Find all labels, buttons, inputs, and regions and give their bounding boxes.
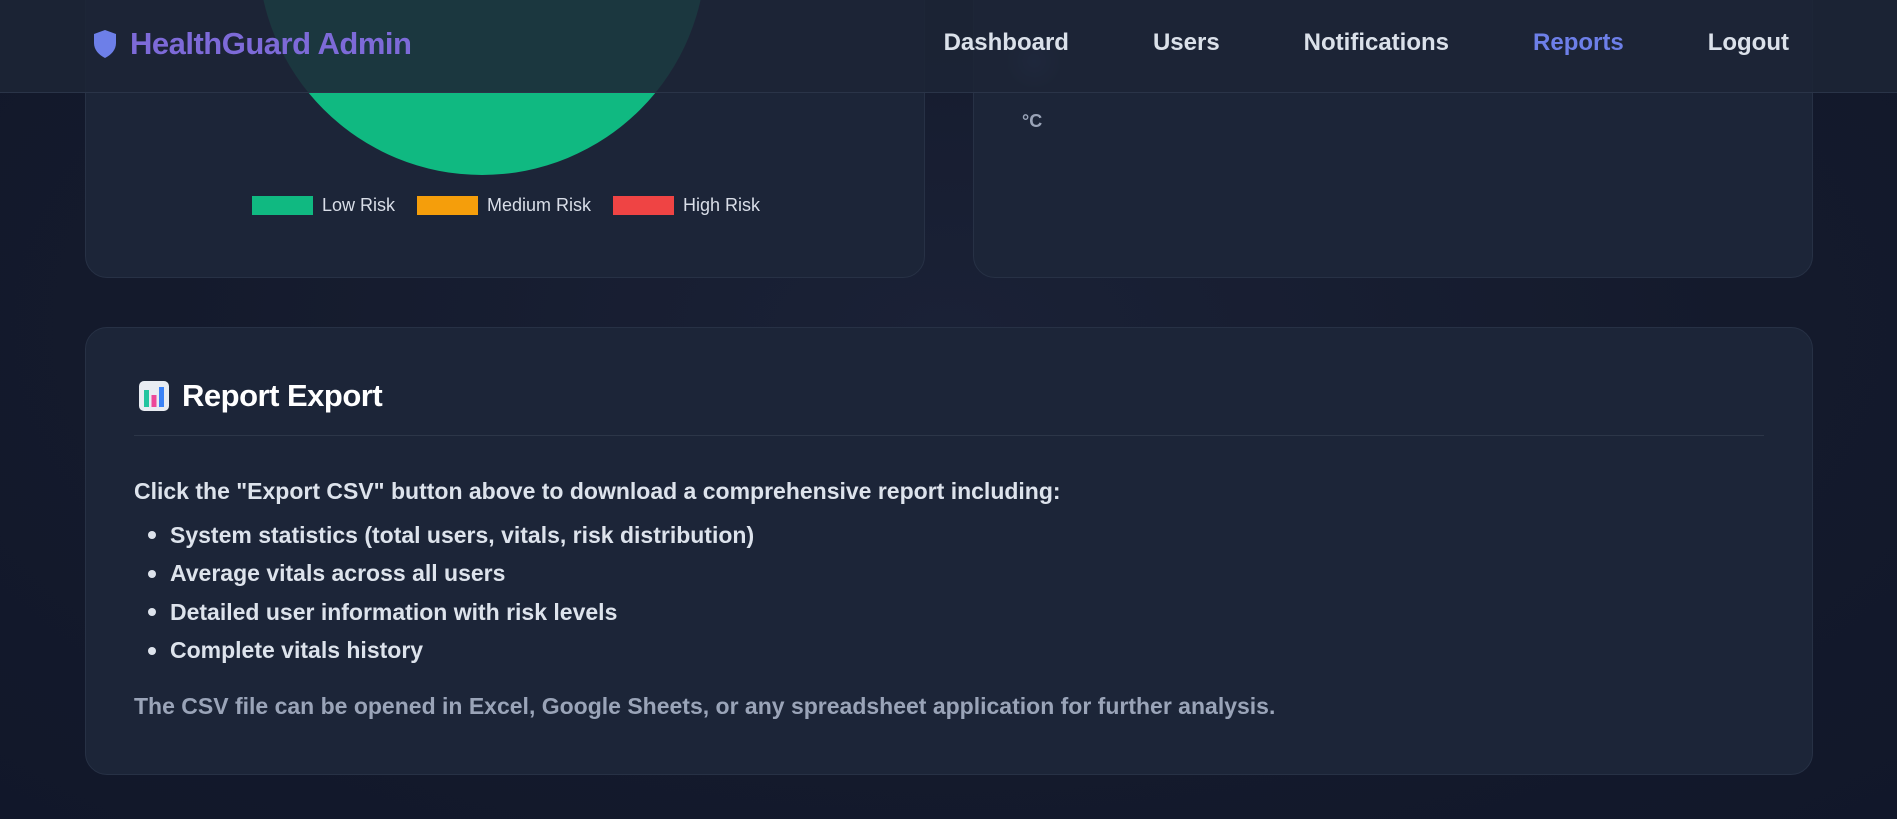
report-export-header: Report Export (138, 378, 383, 414)
legend-swatch-medium-risk (416, 196, 478, 215)
main-nav: Dashboard Users Notifications Reports Lo… (944, 29, 1789, 57)
legend-item-medium-risk[interactable]: Medium Risk (416, 195, 592, 216)
chart-legend: Low Risk Medium Risk High Risk (86, 195, 924, 216)
legend-label-high-risk: High Risk (683, 195, 761, 215)
export-intro-text: Click the "Export CSV" button above to d… (134, 478, 1061, 504)
list-item: Detailed user information with risk leve… (134, 593, 754, 632)
brand-name: HealthGuard Admin (130, 26, 412, 61)
shield-icon (94, 30, 116, 58)
export-contents-list: System statistics (total users, vitals, … (134, 516, 754, 670)
legend-label-medium-risk: Medium Risk (486, 195, 592, 215)
temperature-unit-label: °C (1022, 111, 1043, 131)
bar-chart-icon (139, 381, 169, 411)
legend-swatch-low-risk (251, 196, 313, 215)
legend-item-high-risk[interactable]: High Risk (613, 195, 760, 216)
export-footnote: The CSV file can be opened in Excel, Goo… (134, 693, 1276, 719)
report-export-card: Report Export Click the "Export CSV" but… (85, 327, 1813, 775)
brand[interactable]: HealthGuard Admin (92, 26, 412, 62)
list-item: Complete vitals history (134, 632, 754, 671)
nav-link-logout[interactable]: Logout (1708, 29, 1789, 57)
section-divider (134, 435, 1764, 436)
list-item: Average vitals across all users (134, 555, 754, 594)
nav-link-dashboard[interactable]: Dashboard (944, 29, 1069, 57)
nav-link-users[interactable]: Users (1153, 29, 1220, 57)
legend-label-low-risk: Low Risk (321, 195, 395, 215)
nav-link-notifications[interactable]: Notifications (1304, 29, 1449, 57)
legend-item-low-risk[interactable]: Low Risk (251, 195, 395, 216)
legend-swatch-high-risk (613, 196, 675, 215)
report-export-title: Report Export (182, 378, 383, 413)
nav-link-reports[interactable]: Reports (1533, 29, 1624, 57)
list-item: System statistics (total users, vitals, … (134, 516, 754, 555)
top-navbar: HealthGuard Admin Dashboard Users Notifi… (0, 0, 1897, 93)
